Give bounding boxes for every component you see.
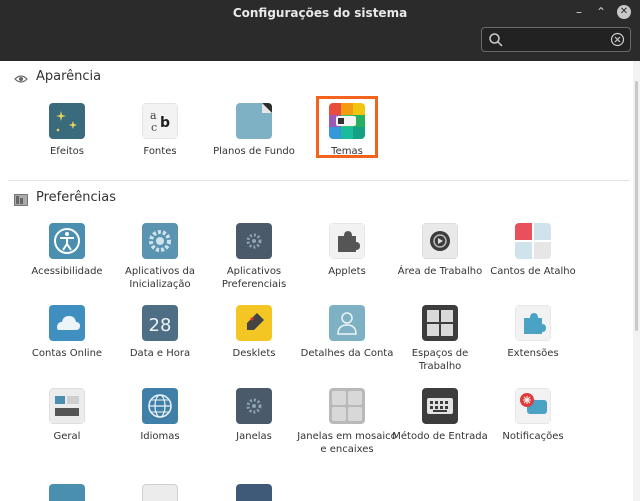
- fonts-icon: acb: [142, 103, 178, 139]
- section-header-preferences: Preferências: [14, 187, 116, 207]
- item-label: Aplicativos da Inicialização: [125, 266, 195, 290]
- partial-icon: [236, 484, 272, 501]
- workspaces-icon: [422, 305, 458, 341]
- search-box[interactable]: [481, 27, 631, 52]
- svg-text:28: 28: [149, 315, 172, 336]
- scrollbar-thumb[interactable]: [635, 81, 638, 331]
- item-label: Efeitos: [49, 146, 85, 157]
- startup-apps-icon: [142, 223, 178, 259]
- eye-icon: [14, 70, 28, 83]
- extensions-icon: [515, 305, 551, 341]
- accessibility-icon: [49, 223, 85, 259]
- partial-icon: [49, 484, 85, 501]
- clear-icon[interactable]: [610, 32, 625, 47]
- general-icon: [49, 388, 85, 424]
- scrollbar[interactable]: [633, 61, 640, 501]
- maximize-button[interactable]: ⌃: [594, 5, 608, 19]
- preferred-apps-icon: [236, 223, 272, 259]
- item-label: Extensões: [507, 348, 559, 359]
- item-label: Aplicativos Preferenciais: [221, 266, 287, 290]
- item-label: Idiomas: [140, 431, 180, 442]
- preferences-icon: [14, 191, 28, 206]
- input-method-icon: [422, 388, 458, 424]
- effects-icon: [49, 103, 85, 139]
- item-label: Janelas em mosaico e encaixes: [297, 431, 397, 455]
- languages-icon: [142, 388, 178, 424]
- item-label: Notificações: [502, 431, 564, 442]
- item-label: Planos de Fundo: [213, 146, 295, 157]
- windows-icon: [236, 388, 272, 424]
- item-label: Acessibilidade: [31, 266, 103, 277]
- date-time-icon: 28: [142, 305, 178, 341]
- backgrounds-icon: [236, 103, 272, 139]
- partial-icon: [142, 484, 178, 501]
- svg-text:c: c: [151, 121, 157, 134]
- item-label: Método de Entrada: [392, 431, 488, 442]
- item-label: Espaços de Trabalho: [411, 348, 469, 372]
- search-input[interactable]: [504, 31, 604, 48]
- window-tiling-icon: [329, 388, 365, 424]
- hot-corners-icon: [515, 223, 551, 259]
- item-label: Contas Online: [31, 348, 103, 359]
- item-label: Área de Trabalho: [397, 266, 483, 277]
- minimize-button[interactable]: –: [572, 5, 586, 19]
- desktop-icon: [422, 223, 458, 259]
- item-label: Detalhes da Conta: [300, 348, 394, 359]
- item-label: Janelas: [236, 431, 272, 442]
- section-title: Preferências: [36, 189, 117, 205]
- section-divider: [8, 180, 630, 181]
- window-title: Configurações do sistema: [232, 6, 408, 20]
- close-button[interactable]: ✕: [617, 5, 631, 19]
- item-label: Cantos de Atalho: [490, 266, 576, 277]
- desklets-icon: [236, 305, 272, 341]
- search-icon: [488, 32, 504, 48]
- svg-text:b: b: [160, 115, 170, 131]
- selection-highlight: [316, 96, 378, 158]
- settings-window: Configurações do sistema – ⌃ ✕ Aparência…: [0, 0, 640, 501]
- section-header-appearance: Aparência: [14, 66, 101, 86]
- notifications-icon: [515, 388, 551, 424]
- item-label: Applets: [328, 266, 366, 277]
- item-label: Geral: [53, 431, 81, 442]
- titlebar: Configurações do sistema – ⌃ ✕: [0, 0, 640, 61]
- applets-icon: [329, 223, 365, 259]
- item-label: Desklets: [232, 348, 276, 359]
- item-label: Data e Hora: [129, 348, 191, 359]
- account-details-icon: [329, 305, 365, 341]
- online-accounts-icon: [49, 305, 85, 341]
- section-title: Aparência: [36, 68, 102, 84]
- item-label: Fontes: [143, 146, 177, 157]
